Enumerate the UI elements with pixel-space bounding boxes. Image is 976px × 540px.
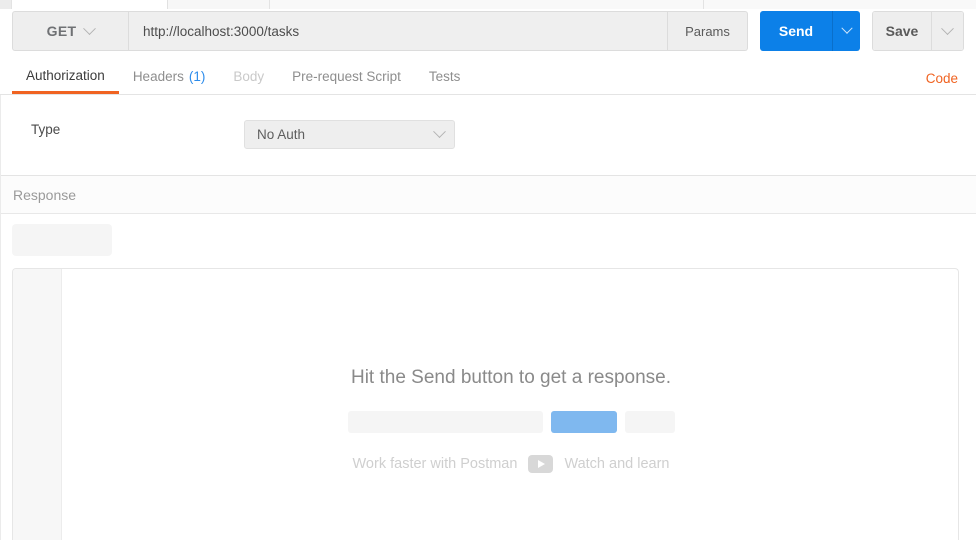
postman-window: GET http://localhost:3000/tasks Params S… bbox=[0, 0, 976, 540]
tab-strip-item[interactable] bbox=[704, 0, 922, 9]
watch-and-learn-link[interactable]: Watch and learn bbox=[564, 456, 669, 472]
tab-headers-label: Headers bbox=[132, 69, 184, 84]
send-options-button[interactable] bbox=[832, 11, 860, 51]
params-button[interactable]: Params bbox=[668, 11, 748, 51]
code-link[interactable]: Code bbox=[926, 71, 958, 86]
left-rail-divider bbox=[0, 95, 1, 540]
authorization-pane: Type bbox=[0, 95, 976, 176]
tab-body[interactable]: Body bbox=[219, 59, 278, 94]
tab-strip-edge bbox=[0, 0, 12, 9]
tab-body-label: Body bbox=[233, 69, 265, 84]
tab-strip-item[interactable] bbox=[168, 0, 270, 9]
chevron-down-icon bbox=[433, 125, 446, 139]
request-url-bar: GET http://localhost:3000/tasks Params S… bbox=[12, 11, 964, 51]
skeleton-bar-wide bbox=[347, 411, 543, 433]
empty-state-footer: Work faster with Postman Watch and learn bbox=[62, 455, 958, 473]
url-input[interactable]: http://localhost:3000/tasks bbox=[129, 11, 668, 51]
tab-strip-item[interactable] bbox=[922, 0, 976, 9]
tab-tests-label: Tests bbox=[428, 69, 461, 84]
send-button[interactable]: Send bbox=[760, 11, 832, 51]
tab-headers[interactable]: Headers (1) bbox=[119, 59, 220, 94]
tab-authorization-label: Authorization bbox=[26, 67, 105, 83]
http-method-selector[interactable]: GET bbox=[12, 11, 129, 51]
tab-pre-request-script-label: Pre-request Script bbox=[292, 69, 401, 84]
auth-type-value: No Auth bbox=[257, 127, 306, 142]
request-section-tabs: Authorization Headers (1) Body Pre-reque… bbox=[0, 59, 976, 95]
tab-strip-item[interactable] bbox=[12, 0, 168, 9]
chevron-down-icon bbox=[840, 22, 853, 34]
tab-pre-request-script[interactable]: Pre-request Script bbox=[278, 59, 415, 94]
chevron-down-icon bbox=[941, 21, 954, 35]
send-button-group: Send bbox=[760, 11, 860, 51]
tab-strip-item[interactable] bbox=[270, 0, 704, 9]
response-header: Response bbox=[0, 176, 976, 214]
empty-state-footer-prefix: Work faster with Postman bbox=[352, 456, 518, 472]
tab-authorization[interactable]: Authorization bbox=[12, 59, 119, 94]
request-tab-strip[interactable] bbox=[0, 0, 976, 9]
skeleton-bar-small bbox=[624, 411, 675, 433]
auth-type-select[interactable]: No Auth bbox=[244, 120, 455, 149]
response-body-panel: Hit the Send button to get a response. W… bbox=[12, 268, 959, 540]
auth-type-label: Type bbox=[31, 122, 61, 137]
empty-state-skeleton-bars bbox=[62, 411, 958, 433]
play-triangle bbox=[538, 460, 546, 468]
response-meta-placeholder bbox=[12, 224, 112, 256]
skeleton-bar-send bbox=[550, 411, 617, 433]
response-title: Response bbox=[13, 186, 77, 203]
chevron-down-icon bbox=[83, 21, 97, 35]
play-icon[interactable] bbox=[528, 455, 554, 473]
save-button-group: Save bbox=[872, 11, 964, 51]
tab-tests[interactable]: Tests bbox=[415, 59, 475, 94]
empty-state-headline: Hit the Send button to get a response. bbox=[350, 367, 672, 388]
save-button[interactable]: Save bbox=[873, 12, 931, 50]
http-method-label: GET bbox=[46, 23, 77, 39]
save-options-button[interactable] bbox=[931, 12, 963, 50]
response-line-gutter bbox=[13, 269, 62, 540]
response-empty-state: Hit the Send button to get a response. W… bbox=[62, 269, 958, 540]
tab-headers-count: (1) bbox=[188, 69, 206, 84]
url-input-value: http://localhost:3000/tasks bbox=[143, 23, 300, 39]
